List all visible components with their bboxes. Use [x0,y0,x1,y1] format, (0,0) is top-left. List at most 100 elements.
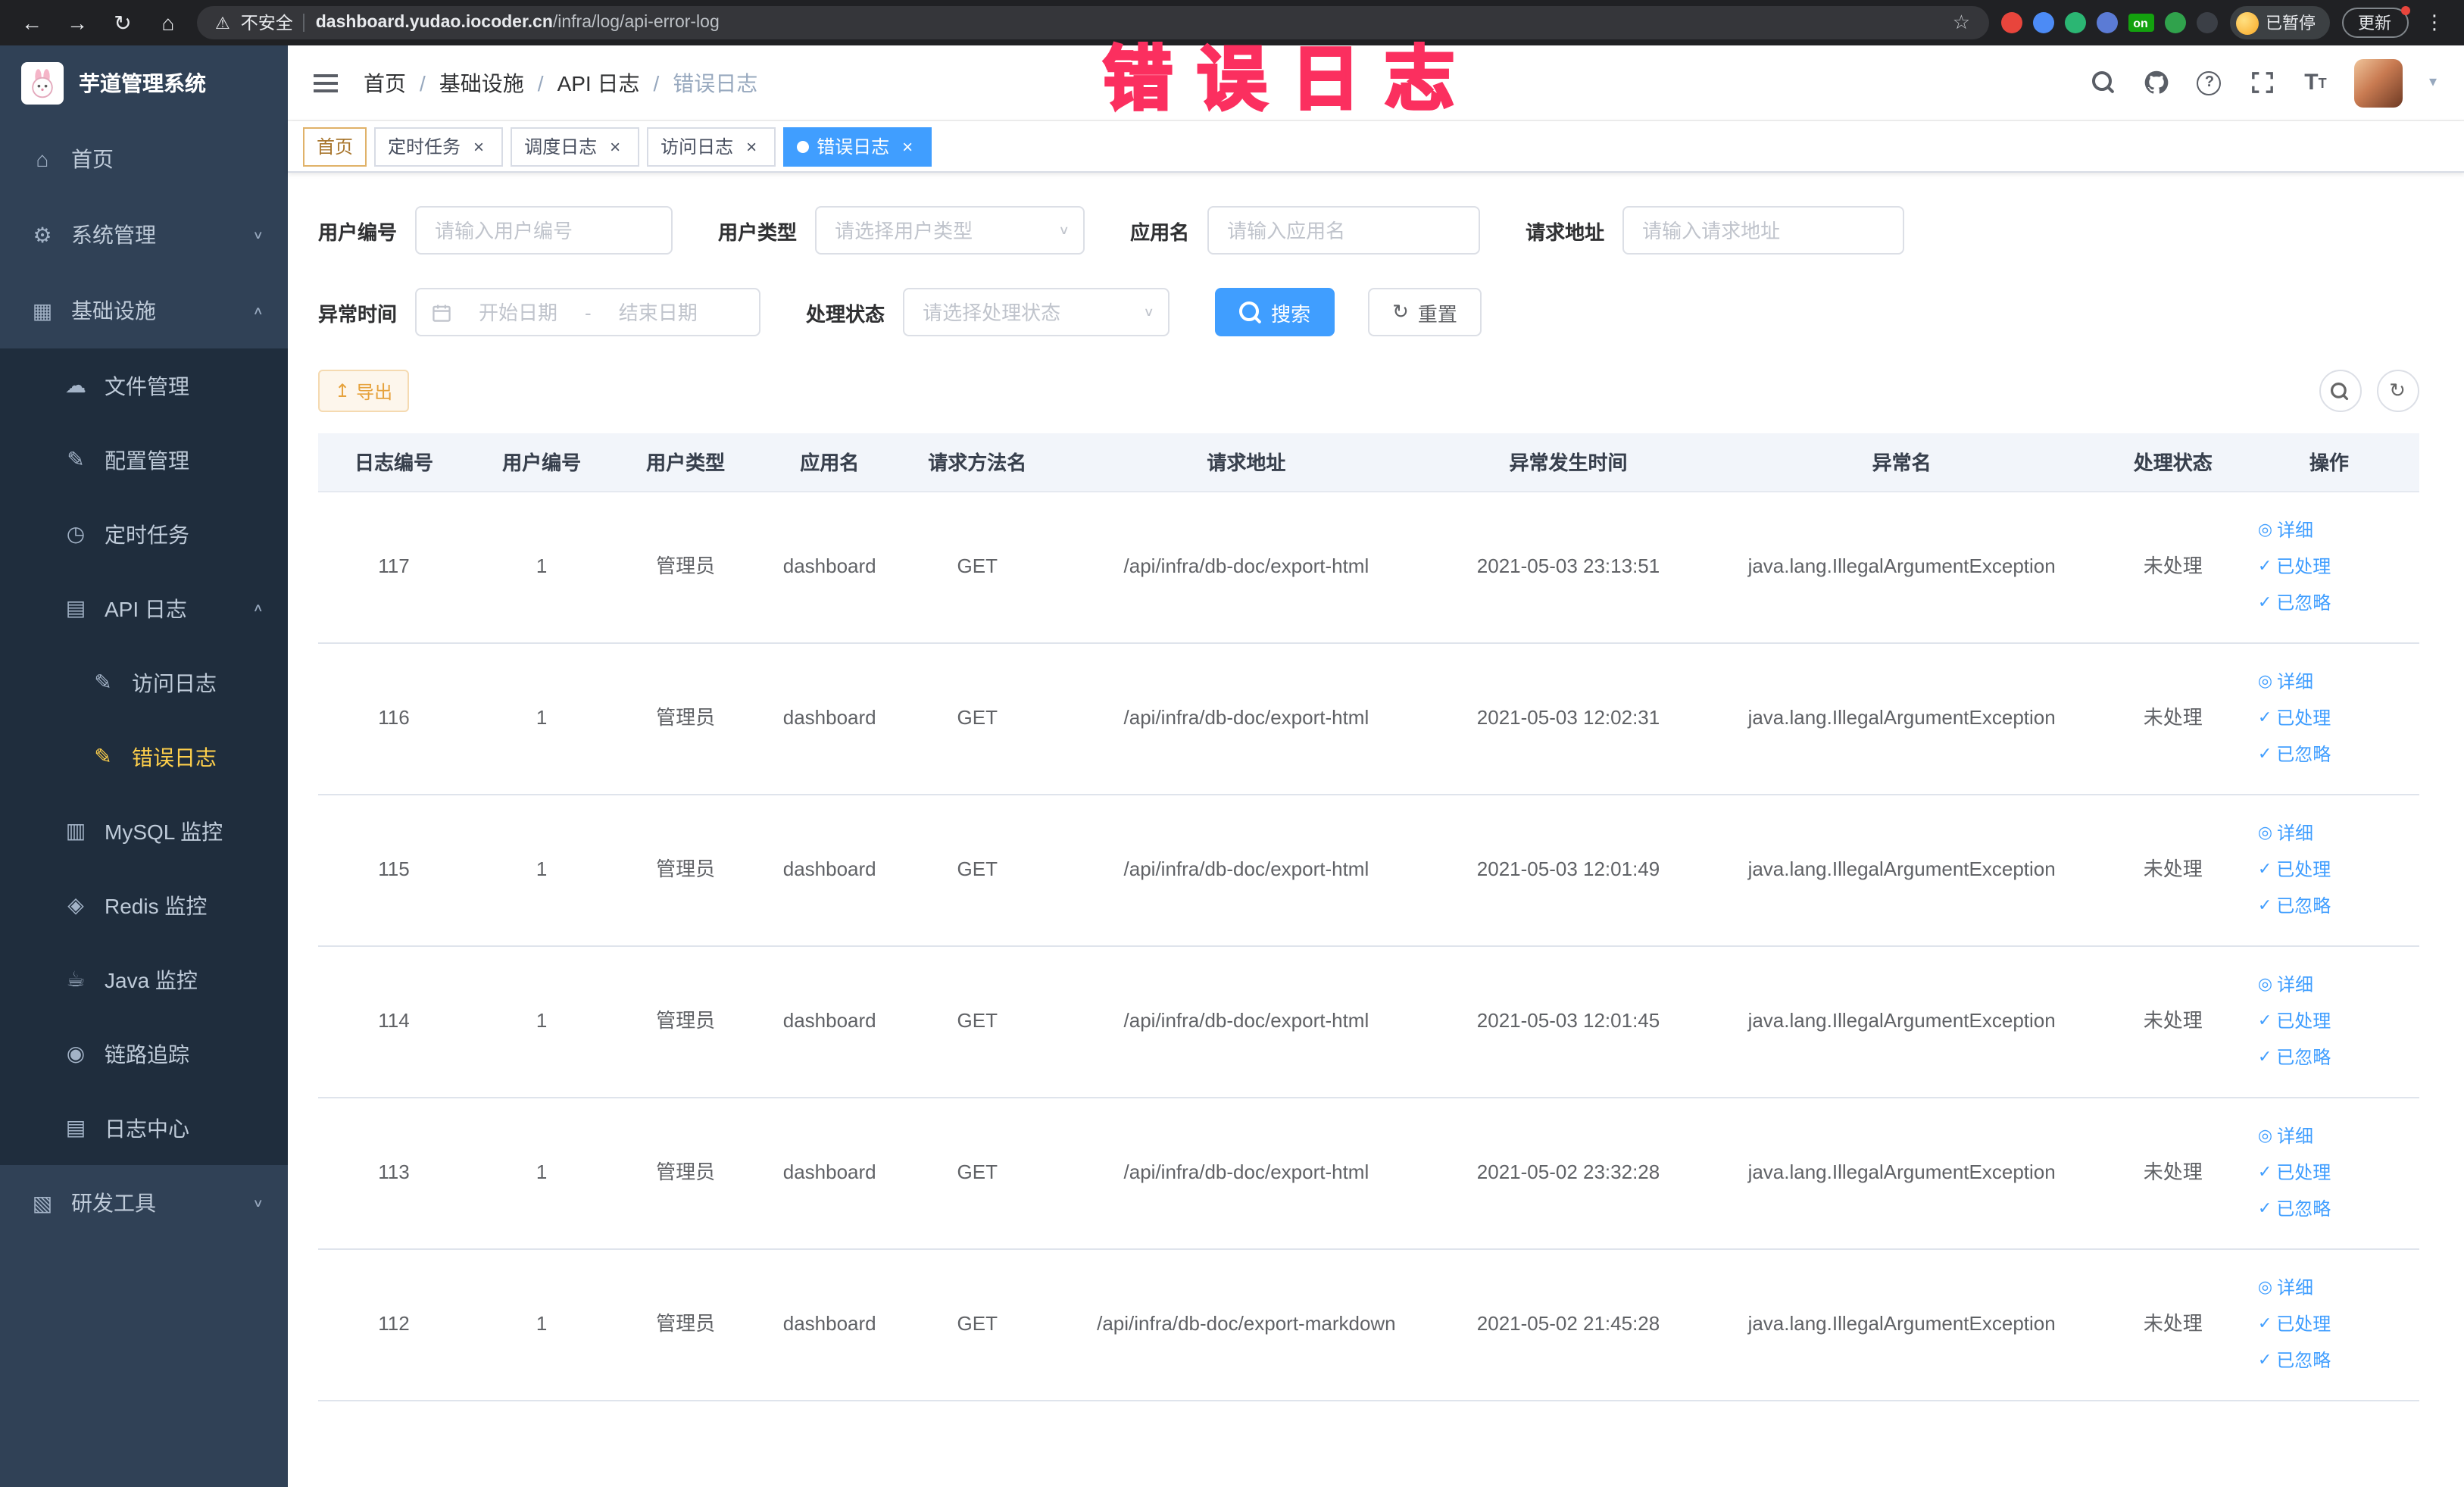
sidebar-item-label: 文件管理 [105,373,189,398]
user-id-input[interactable] [415,206,673,255]
browser-home-icon[interactable]: ⌂ [151,6,185,39]
cell: 116 [318,642,470,795]
address-bar[interactable]: ⚠ 不安全 dashboard.yudao.iocoder.cn/infra/l… [197,6,1988,39]
action-detail[interactable]: ◎ 详细 [2258,516,2313,545]
sidebar-item-file[interactable]: ☁ 文件管理 [0,348,288,423]
sidebar-item-label: 访问日志 [132,670,217,695]
sidebar-toggle-button[interactable] [288,45,364,120]
refresh-table-button[interactable]: ↻ [2376,370,2419,412]
toggle-search-button[interactable] [2319,370,2361,412]
extension-icon-blue-grid[interactable] [2096,12,2117,33]
font-size-icon[interactable]: TT [2302,67,2329,98]
browser-menu-icon[interactable]: ⋮ [2420,11,2449,35]
sidebar-item-trace[interactable]: ◉ 链路追踪 [0,1017,288,1091]
action-processed[interactable]: ✓ 已处理 [2258,1310,2331,1339]
chevron-up-icon: ∧ [252,601,264,615]
help-icon[interactable]: ? [2196,67,2223,98]
sidebar-item-job[interactable]: ◷ 定时任务 [0,497,288,571]
breadcrumb-item[interactable]: 首页 [364,67,406,98]
caret-down-icon[interactable]: ▾ [2429,74,2437,91]
action-ignored[interactable]: ✓ 已忽略 [2258,1043,2331,1072]
action-processed[interactable]: ✓ 已处理 [2258,552,2331,581]
action-detail[interactable]: ◎ 详细 [2258,819,2313,848]
url-host: dashboard.yudao.iocoder.cn [315,14,553,32]
close-icon[interactable]: × [741,136,762,157]
tab-job-log[interactable]: 调度日志 × [511,127,640,166]
action-detail[interactable]: ◎ 详细 [2258,1273,2313,1302]
fullscreen-icon[interactable] [2249,67,2276,98]
cell: 未处理 [2106,642,2240,795]
action-detail[interactable]: ◎ 详细 [2258,667,2313,696]
action-detail[interactable]: ◎ 详细 [2258,1122,2313,1151]
action-ignored[interactable]: ✓ 已忽略 [2258,740,2331,769]
sidebar-item-mysql[interactable]: ▥ MySQL 监控 [0,794,288,868]
reload-icon[interactable]: ↻ [106,6,139,39]
breadcrumb: 首页 / 基础设施 / API 日志 / 错误日志 [364,67,757,98]
export-button[interactable]: ↥ 导出 [318,370,410,412]
sidebar-item-system[interactable]: ⚙ 系统管理 ∨ [0,197,288,273]
tab-home[interactable]: 首页 [303,127,367,166]
action-processed[interactable]: ✓ 已处理 [2258,1158,2331,1187]
action-ignored[interactable]: ✓ 已忽略 [2258,1346,2331,1375]
sidebar-item-java[interactable]: ☕ Java 监控 [0,942,288,1017]
cell: 未处理 [2106,794,2240,946]
action-detail[interactable]: ◎ 详细 [2258,970,2313,999]
chevron-up-icon: ∧ [252,304,264,317]
close-icon[interactable]: × [468,136,489,157]
tab-job[interactable]: 定时任务 × [374,127,504,166]
profile-chip[interactable]: 已暂停 [2229,6,2329,39]
security-warning-icon[interactable]: ⚠ [215,13,230,33]
start-date-input[interactable] [459,291,578,333]
tab-access-log[interactable]: 访问日志 × [647,127,776,166]
action-ignored[interactable]: ✓ 已忽略 [2258,892,2331,920]
extension-icon-green-circle[interactable] [2064,12,2085,33]
app-name-input[interactable] [1207,206,1481,255]
extension-icon-blue-drop[interactable] [2032,12,2053,33]
sidebar-item-error-log[interactable]: ✎ 错误日志 [0,720,288,794]
bookmark-star-icon[interactable]: ☆ [1953,11,1970,35]
action-processed[interactable]: ✓ 已处理 [2258,704,2331,733]
forward-icon[interactable]: → [61,6,94,39]
filter-request-url: 请求地址 [1526,206,1905,255]
search-icon[interactable] [2090,67,2117,98]
sidebar-item-access-log[interactable]: ✎ 访问日志 [0,645,288,720]
sidebar-item-log-center[interactable]: ▤ 日志中心 [0,1091,288,1165]
cell: 管理员 [614,642,758,795]
sidebar-item-api-log[interactable]: ▤ API 日志 ∧ [0,571,288,645]
breadcrumb-item[interactable]: 基础设施 [439,67,524,98]
process-status-select[interactable] [903,288,1170,336]
date-range-picker[interactable]: - [415,288,761,336]
sidebar-item-config[interactable]: ✎ 配置管理 [0,423,288,497]
breadcrumb-item[interactable]: API 日志 [557,67,640,98]
cell: dashboard [757,945,902,1098]
extension-on-badge[interactable]: on [2128,14,2153,32]
sidebar-item-home[interactable]: ⌂ 首页 [0,121,288,197]
action-processed[interactable]: ✓ 已处理 [2258,855,2331,884]
tab-label: 定时任务 [388,136,461,158]
browser-update-button[interactable]: 更新 [2341,6,2409,38]
sidebar-item-dev-tools[interactable]: ▧ 研发工具 ∨ [0,1165,288,1241]
avatar[interactable] [2354,58,2403,107]
search-button[interactable]: 搜索 [1215,288,1335,336]
github-icon[interactable] [2143,67,2170,98]
end-date-input[interactable] [598,291,717,333]
action-ignored[interactable]: ✓ 已忽略 [2258,1195,2331,1223]
tab-error-log[interactable]: 错误日志 × [783,127,932,166]
user-type-select[interactable] [815,206,1085,255]
reset-button[interactable]: ↻ 重置 [1368,288,1482,336]
extension-icon-leaf[interactable] [2164,12,2185,33]
filter-user-type: 用户类型 ∨ [718,206,1085,255]
app-logo-row[interactable]: 芋道管理系统 [0,45,288,121]
operations: ◎ 详细 ✓ 已处理 ✓ 已忽略 [2252,1273,2406,1375]
request-url-input[interactable] [1622,206,1905,255]
sidebar-item-infra[interactable]: ▦ 基础设施 ∧ [0,273,288,348]
redis-icon: ◈ [67,892,84,917]
action-ignored[interactable]: ✓ 已忽略 [2258,589,2331,617]
back-icon[interactable]: ← [15,6,48,39]
sidebar-item-redis[interactable]: ◈ Redis 监控 [0,868,288,942]
close-icon[interactable]: × [604,136,626,157]
extension-icon-red[interactable] [2000,12,2022,33]
action-processed[interactable]: ✓ 已处理 [2258,1007,2331,1036]
close-icon[interactable]: × [897,136,918,157]
extension-icon-paw[interactable] [2196,12,2217,33]
